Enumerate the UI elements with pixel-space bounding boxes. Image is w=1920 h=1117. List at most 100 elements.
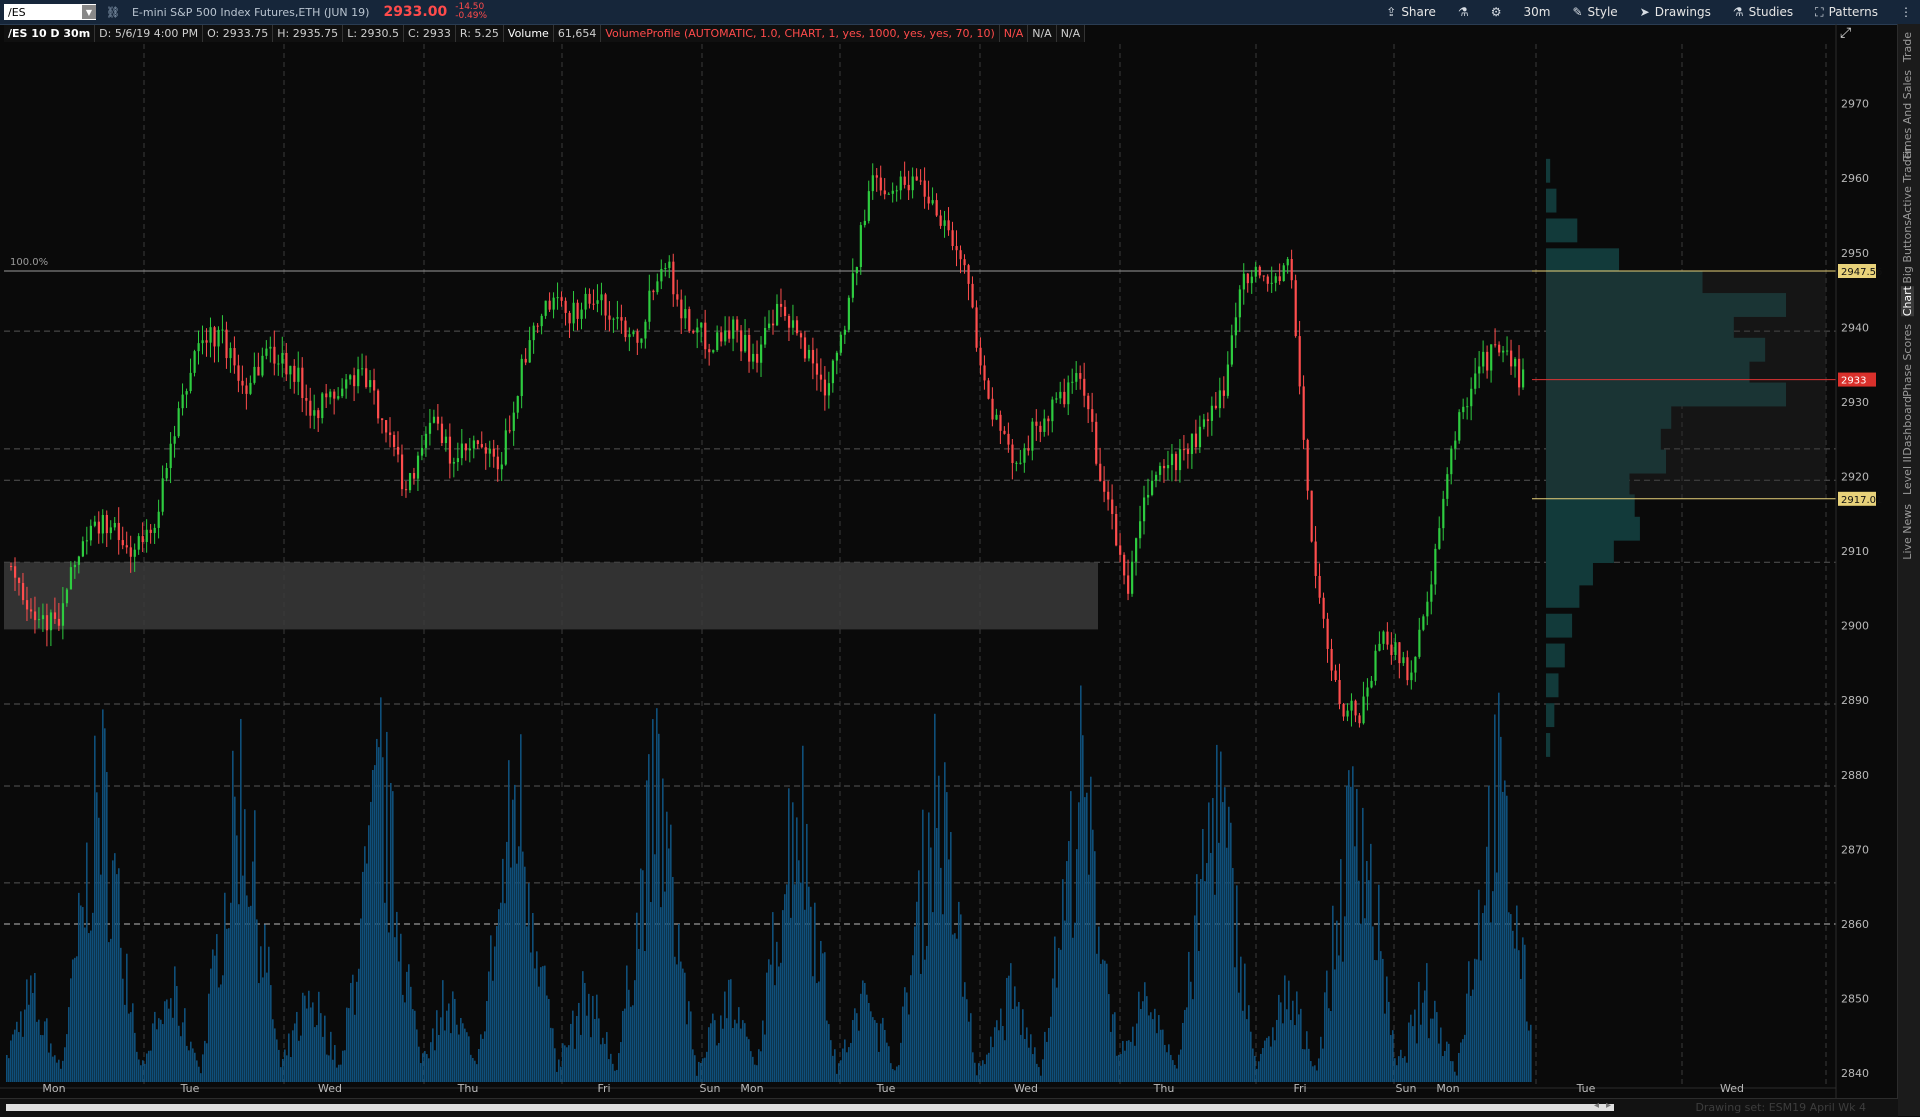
flask-button[interactable]: ⚗ — [1458, 5, 1469, 19]
volume-bar — [138, 1059, 140, 1082]
side-tab-phase-scores[interactable]: Phase Scores — [1901, 324, 1914, 397]
volume-bar — [798, 860, 800, 1082]
volume-bar — [1310, 1061, 1312, 1082]
scroll-right-icon[interactable]: ▸ — [1606, 1100, 1611, 1111]
menu-button[interactable]: ⋮ — [1900, 5, 1912, 19]
scroll-track[interactable] — [6, 1104, 1614, 1111]
patterns-button[interactable]: ⛶ Patterns — [1815, 5, 1878, 20]
volume-bar — [1256, 1068, 1258, 1082]
candle-body — [1490, 344, 1493, 371]
volume-bar — [784, 894, 786, 1082]
volume-bar — [808, 886, 810, 1082]
scroll-left-icon[interactable]: ◂ — [1594, 1100, 1599, 1111]
side-tab-trade[interactable]: Trade — [1901, 32, 1914, 62]
candle-body — [520, 358, 523, 397]
volume-bar — [254, 810, 256, 1082]
side-tab-active-trader[interactable]: Active Trader — [1901, 148, 1914, 220]
volume-bar — [802, 745, 804, 1082]
volume-bar — [722, 1028, 724, 1082]
candle-body — [783, 306, 787, 316]
candle-body — [1079, 373, 1082, 379]
volume-bar — [1368, 880, 1370, 1082]
candle-body — [1386, 631, 1389, 645]
candle-body — [732, 319, 735, 339]
candle-body — [456, 458, 460, 463]
volume-bar — [896, 1066, 898, 1082]
drawings-button[interactable]: ➤ Drawings — [1640, 5, 1711, 19]
volume-bar — [630, 1006, 632, 1082]
volume-bar — [956, 938, 958, 1082]
volume-bar — [244, 809, 246, 1082]
studies-label: Studies — [1748, 5, 1794, 19]
volume-bar — [506, 841, 508, 1082]
symbol-input[interactable]: /ES ▼ — [4, 4, 96, 20]
volume-bar — [352, 974, 354, 1082]
candle-body — [173, 436, 176, 444]
patterns-icon: ⛶ — [1815, 4, 1824, 19]
candle-body — [325, 393, 328, 398]
candle-body — [1258, 266, 1261, 276]
candle-body — [971, 283, 974, 308]
candle-body — [500, 464, 503, 470]
candle-body — [1410, 672, 1413, 681]
volume-bar — [510, 867, 512, 1082]
volume-bar — [200, 1073, 202, 1082]
settings-button[interactable]: ⚙ — [1491, 5, 1502, 19]
candle-body — [648, 290, 651, 322]
volume-bar — [296, 1011, 298, 1082]
volume-bar — [836, 1073, 838, 1082]
link-icon[interactable]: ⛓ — [106, 6, 120, 19]
volume-bar — [112, 860, 114, 1082]
volume-bar — [56, 1062, 58, 1082]
volume-bar — [1272, 1027, 1274, 1082]
volume-bar — [870, 1011, 872, 1082]
candle-body — [29, 609, 33, 612]
candle-body — [321, 393, 324, 419]
side-tab-dashboard[interactable]: Dashboard — [1901, 396, 1914, 456]
volume-bar — [1370, 843, 1372, 1082]
studies-button[interactable]: ⚗ Studies — [1733, 5, 1793, 19]
volume-bar — [1026, 1027, 1028, 1082]
price-chart[interactable]: 100.0% 2840 2850 2860 2870 2880 2890 2900 2910 29… — [0, 24, 1898, 1098]
candle-body — [301, 367, 304, 398]
symbol-value: /ES — [8, 5, 26, 19]
candle-body — [141, 536, 144, 543]
volume-bar — [706, 1051, 708, 1082]
candle-body — [656, 281, 659, 293]
candle-body — [548, 300, 551, 310]
volume-bar — [286, 1055, 288, 1082]
volume-bar — [1478, 889, 1480, 1082]
side-tab-times-and-sales[interactable]: Times And Sales — [1901, 70, 1914, 160]
side-tab-big-buttons[interactable]: Big Buttons — [1901, 220, 1914, 284]
side-tab-chart[interactable]: Chart — [1901, 286, 1914, 317]
side-tab-level-ii[interactable]: Level II — [1901, 456, 1914, 495]
candle-body — [412, 473, 416, 479]
volume-bar — [980, 1065, 982, 1082]
volume-bar — [372, 769, 374, 1082]
side-tab-live-news[interactable]: Live News — [1901, 504, 1914, 560]
candle-body — [863, 220, 866, 226]
candle-body — [217, 329, 220, 347]
time-tick-label: Wed — [318, 1082, 342, 1095]
chevron-down-icon[interactable]: ▼ — [82, 5, 96, 19]
volume-bar — [552, 1028, 554, 1082]
volume-bar — [1276, 1019, 1278, 1082]
volume-bar — [1198, 950, 1200, 1082]
volume-bar — [512, 799, 514, 1082]
candle-body — [716, 332, 719, 351]
volume-bar — [390, 783, 392, 1082]
candle-body — [752, 353, 755, 362]
volume-bar — [1388, 1001, 1390, 1082]
share-button[interactable]: ⇪ Share — [1386, 5, 1436, 19]
candle-body — [1462, 406, 1465, 413]
volume-bar — [1202, 828, 1204, 1082]
timeframe-button[interactable]: 30m — [1523, 5, 1550, 19]
horizontal-scrollbar[interactable]: ◂ ▸ Drawing set: ESM19 April Wk 4 — [0, 1098, 1898, 1117]
candle-body — [1162, 465, 1166, 469]
volume-bar — [862, 980, 864, 1082]
volume-bar — [616, 1069, 618, 1082]
volume-bar — [638, 948, 640, 1082]
candle-body — [93, 521, 96, 526]
style-button[interactable]: ✎ Style — [1572, 5, 1617, 19]
volume-bar — [1282, 1023, 1284, 1082]
